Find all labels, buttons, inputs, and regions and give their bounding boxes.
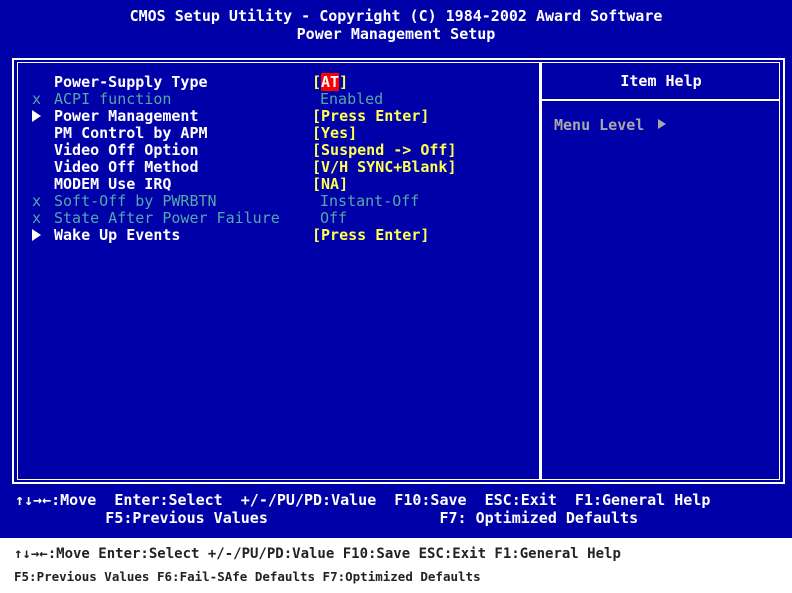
key-help-line2: F5:Previous Values F7: Optimized Default… xyxy=(15,509,639,527)
menu-level-label: Menu Level xyxy=(554,116,645,134)
disabled-marker: x xyxy=(32,209,42,227)
setting-label: Video Off Method xyxy=(54,158,199,176)
key-help-line1: ↑↓→←:Move Enter:Select +/-/PU/PD:Value F… xyxy=(15,491,711,509)
settings-list: Power-Supply Type [AT] x ACPI function Enabl… xyxy=(32,73,532,244)
bios-screen: CMOS Setup Utility - Copyright (C) 1984-… xyxy=(0,0,792,538)
setting-value: Enabled xyxy=(320,90,384,108)
setting-value[interactable]: [Press Enter] xyxy=(312,227,429,244)
setting-label: MODEM Use IRQ xyxy=(54,175,172,193)
disabled-marker: x xyxy=(32,192,42,210)
submenu-arrow-icon xyxy=(32,108,52,126)
menu-level-arrow-icon xyxy=(658,119,667,129)
setting-value[interactable]: [Suspend -> Off] xyxy=(312,142,457,159)
setting-value[interactable]: [V/H SYNC+Blank] xyxy=(312,159,457,176)
setting-label: Power-Supply Type xyxy=(54,73,208,91)
setting-value: Instant-Off xyxy=(320,192,420,210)
setting-row: x State After Power Failure Off xyxy=(32,210,532,227)
title-line2: Power Management Setup xyxy=(296,25,496,43)
menu-level: Menu Level xyxy=(554,116,667,134)
setting-label: PM Control by APM xyxy=(54,124,208,142)
value-bracket-close: ] xyxy=(339,73,349,91)
setting-value[interactable]: [AT] xyxy=(312,73,349,91)
panel-divider xyxy=(539,62,542,480)
caption-line1: ↑↓→←:Move Enter:Select +/-/PU/PD:Value F… xyxy=(14,546,621,562)
setting-label: ACPI function xyxy=(54,90,172,108)
triangle-icon xyxy=(32,229,41,241)
setting-row[interactable]: Power-Supply Type [AT] xyxy=(32,73,532,91)
setting-row[interactable]: Power Management [Press Enter] xyxy=(32,108,532,125)
setting-label: Power Management xyxy=(54,107,199,125)
setting-row[interactable]: Video Off Method [V/H SYNC+Blank] xyxy=(32,159,532,176)
selection-cursor[interactable]: AT xyxy=(321,73,340,91)
setting-label: Wake Up Events xyxy=(54,226,181,244)
setting-value: Off xyxy=(320,209,348,227)
setting-row: x Soft-Off by PWRBTN Instant-Off xyxy=(32,193,532,210)
setting-value[interactable]: [Press Enter] xyxy=(312,108,429,125)
help-separator xyxy=(542,99,780,101)
setting-row: x ACPI function Enabled xyxy=(32,91,532,108)
title-bar: CMOS Setup Utility - Copyright (C) 1984-… xyxy=(0,0,792,56)
setting-label: Video Off Option xyxy=(54,141,199,159)
item-help-title: Item Help xyxy=(620,72,702,90)
setting-value[interactable]: [Yes] xyxy=(312,125,357,142)
value-bracket-open: [ xyxy=(312,73,322,91)
title-line1: CMOS Setup Utility - Copyright (C) 1984-… xyxy=(129,7,663,25)
triangle-icon xyxy=(32,110,41,122)
setting-row[interactable]: Video Off Option [Suspend -> Off] xyxy=(32,142,532,159)
disabled-marker: x xyxy=(32,90,42,108)
setting-row[interactable]: MODEM Use IRQ [NA] xyxy=(32,176,532,193)
caption-line2: F5:Previous Values F6:Fail-SAfe Defaults… xyxy=(14,569,481,584)
setting-row[interactable]: PM Control by APM [Yes] xyxy=(32,125,532,142)
setting-row[interactable]: Wake Up Events [Press Enter] xyxy=(32,227,532,244)
setting-label: State After Power Failure xyxy=(54,209,280,227)
setting-label: Soft-Off by PWRBTN xyxy=(54,192,217,210)
setting-value[interactable]: [NA] xyxy=(312,176,348,193)
submenu-arrow-icon xyxy=(32,227,52,245)
